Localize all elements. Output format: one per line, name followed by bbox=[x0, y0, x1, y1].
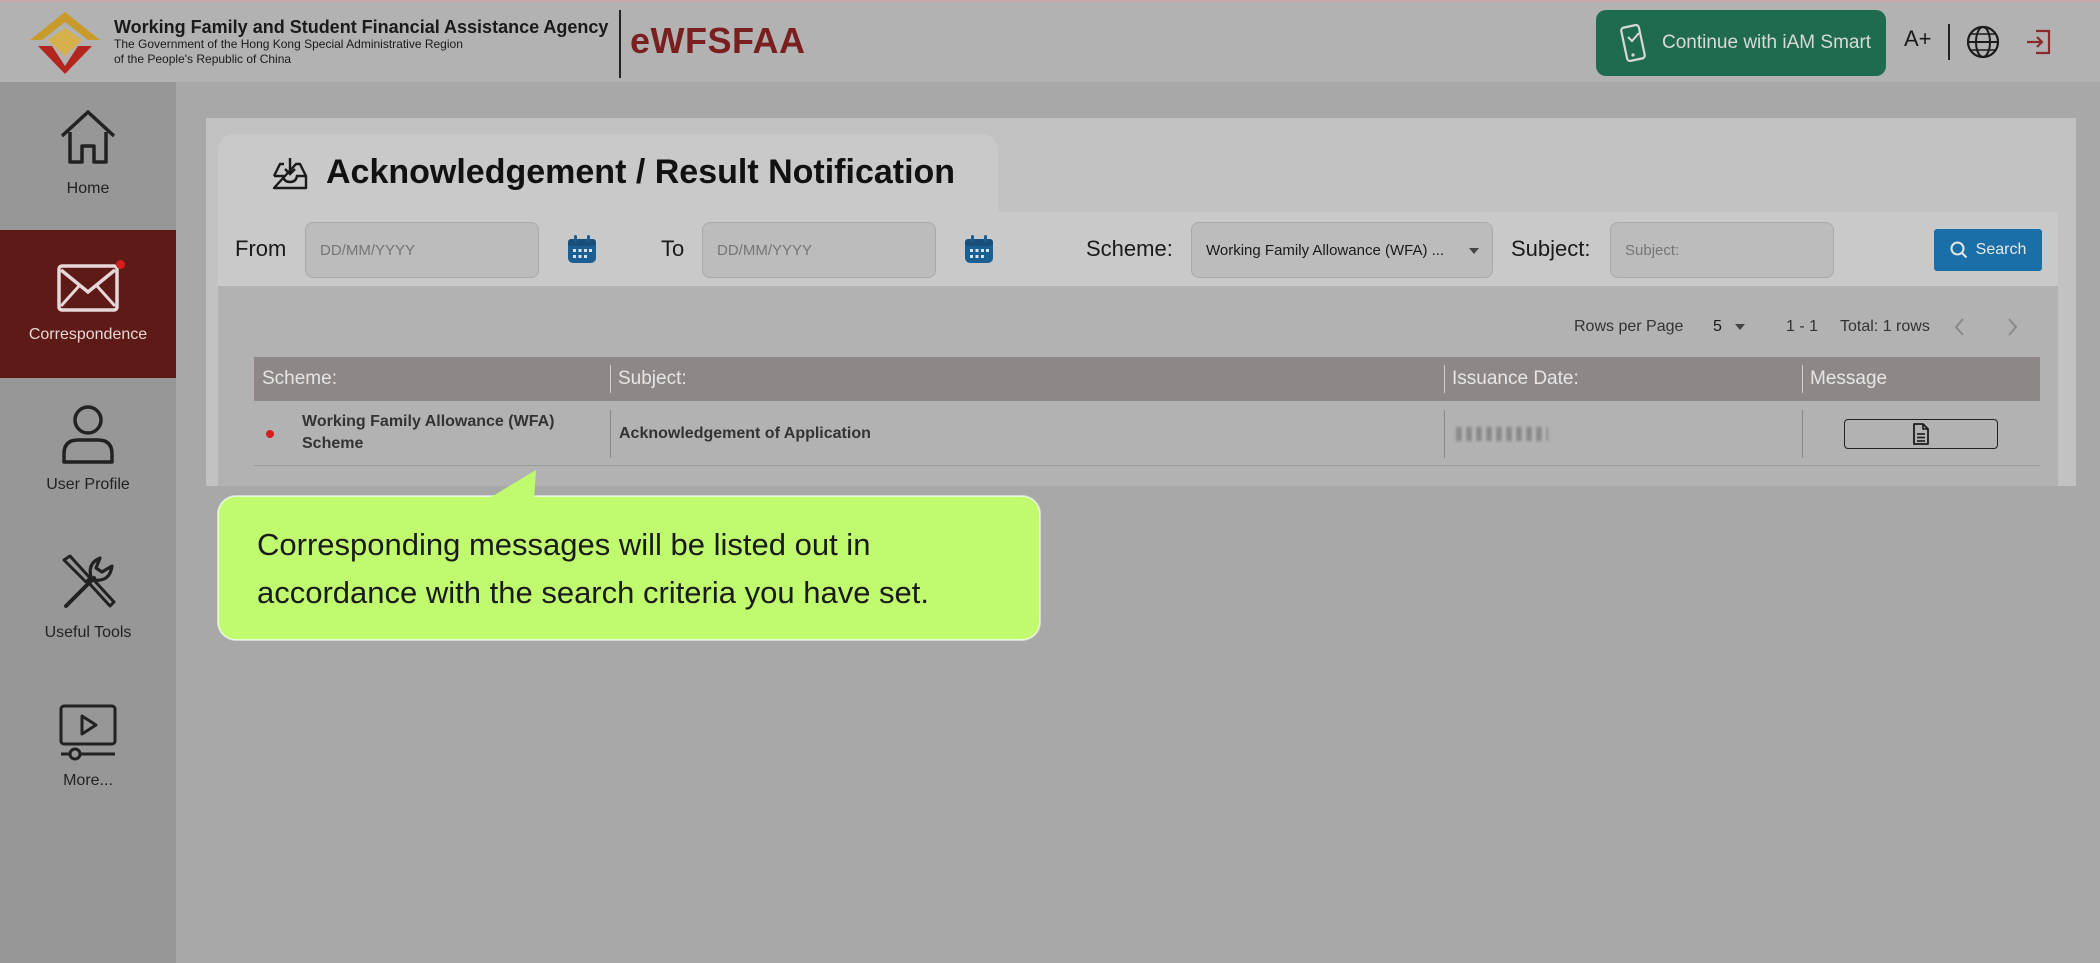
sidebar-item-label: Useful Tools bbox=[44, 624, 132, 641]
column-header-scheme: Scheme: bbox=[262, 368, 337, 389]
scheme-label: Scheme: bbox=[1086, 236, 1173, 261]
page-title-tab: Acknowledgement / Result Notification bbox=[218, 134, 998, 216]
table-header: Scheme: Subject: Issuance Date: Message bbox=[254, 357, 2040, 401]
tooltip-callout: Corresponding messages will be listed ou… bbox=[218, 496, 1040, 640]
sidebar: Home Correspondence User Profile Useful … bbox=[0, 82, 176, 963]
agency-name: Working Family and Student Financial Ass… bbox=[114, 17, 609, 37]
chevron-right-icon[interactable] bbox=[2004, 316, 2020, 338]
sidebar-item-label: More... bbox=[63, 772, 113, 789]
logout-icon[interactable] bbox=[2024, 27, 2054, 57]
to-date-input[interactable] bbox=[702, 222, 936, 278]
agency-title-block: Working Family and Student Financial Ass… bbox=[114, 17, 608, 67]
calendar-icon[interactable] bbox=[566, 233, 598, 265]
row-scheme-line2: Scheme bbox=[302, 435, 364, 452]
globe-icon[interactable] bbox=[1966, 25, 2000, 59]
column-header-subject: Subject: bbox=[618, 368, 687, 389]
agency-sub-line2: of the People's Republic of China bbox=[114, 52, 292, 66]
brand-title: eWFSFAA bbox=[630, 20, 806, 61]
sidebar-item-label: Correspondence bbox=[28, 326, 148, 343]
row-scheme: Working Family Allowance (WFA) Scheme bbox=[302, 411, 554, 455]
chevron-left-icon[interactable] bbox=[1952, 316, 1968, 338]
chevron-down-icon bbox=[1735, 323, 1746, 330]
column-separator bbox=[1802, 410, 1803, 458]
search-button[interactable]: Search bbox=[1934, 229, 2042, 271]
sidebar-item-more[interactable]: More... bbox=[0, 674, 176, 822]
from-label: From bbox=[235, 236, 287, 261]
header-divider bbox=[619, 10, 621, 78]
page-title: Acknowledgement / Result Notification bbox=[326, 153, 956, 191]
callout-line2: accordance with the search criteria you … bbox=[257, 575, 930, 610]
phone-icon bbox=[1620, 23, 1646, 63]
font-size-button[interactable]: A+ bbox=[1904, 26, 1932, 52]
row-issuance-date-redacted bbox=[1456, 427, 1548, 441]
document-icon bbox=[1913, 423, 1929, 445]
subject-input[interactable] bbox=[1610, 222, 1834, 278]
search-button-label: Search bbox=[1975, 241, 2027, 258]
agency-logo[interactable] bbox=[28, 10, 102, 76]
callout-text: Corresponding messages will be listed ou… bbox=[257, 521, 1027, 617]
from-date-input[interactable] bbox=[305, 222, 539, 278]
search-icon bbox=[1950, 241, 1967, 259]
chevron-down-icon bbox=[1469, 248, 1479, 254]
sidebar-item-useful-tools[interactable]: Useful Tools bbox=[0, 526, 176, 674]
column-header-message: Message bbox=[1810, 368, 1888, 389]
row-subject: Acknowledgement of Application bbox=[619, 425, 871, 442]
inbox-icon bbox=[272, 158, 308, 190]
tools-icon bbox=[62, 554, 116, 608]
row-scheme-line1: Working Family Allowance (WFA) bbox=[302, 413, 555, 430]
rows-per-page-select[interactable]: 5 bbox=[1713, 318, 1746, 336]
user-icon bbox=[62, 405, 114, 464]
header-separator bbox=[1948, 24, 1950, 60]
sidebar-item-label: User Profile bbox=[46, 476, 130, 493]
home-icon bbox=[60, 110, 116, 164]
pagination-total: Total: 1 rows bbox=[1840, 318, 1930, 335]
pagination-range: 1 - 1 bbox=[1786, 318, 1819, 335]
calendar-icon[interactable] bbox=[963, 233, 995, 265]
rows-per-page-label: Rows per Page bbox=[1574, 318, 1684, 335]
to-label: To bbox=[661, 236, 685, 261]
callout-line1: Corresponding messages will be listed ou… bbox=[257, 527, 871, 562]
table-row[interactable]: Working Family Allowance (WFA) Scheme Ac… bbox=[254, 402, 2040, 466]
column-separator bbox=[1444, 410, 1445, 458]
rows-per-page-value: 5 bbox=[1713, 318, 1722, 335]
scheme-selected-value: Working Family Allowance (WFA) ... bbox=[1206, 241, 1445, 259]
subject-label: Subject: bbox=[1511, 236, 1591, 261]
sidebar-item-label: Home bbox=[66, 180, 110, 197]
sidebar-item-user-profile[interactable]: User Profile bbox=[0, 378, 176, 526]
sidebar-item-home[interactable]: Home bbox=[0, 82, 176, 230]
sidebar-item-correspondence[interactable]: Correspondence bbox=[0, 230, 176, 378]
unread-badge-dot bbox=[116, 260, 125, 269]
iam-smart-button[interactable]: Continue with iAM Smart bbox=[1596, 10, 1886, 76]
unread-indicator-dot bbox=[266, 430, 274, 438]
top-header: Working Family and Student Financial Ass… bbox=[0, 0, 2100, 82]
view-message-button[interactable] bbox=[1844, 419, 1998, 449]
scheme-select[interactable]: Working Family Allowance (WFA) ... bbox=[1191, 222, 1493, 278]
video-icon bbox=[59, 704, 117, 761]
iam-smart-label: Continue with iAM Smart bbox=[1662, 32, 1872, 53]
envelope-icon bbox=[57, 264, 119, 312]
agency-sub-line1: The Government of the Hong Kong Special … bbox=[114, 37, 463, 51]
column-separator bbox=[610, 410, 611, 458]
column-header-issuance-date: Issuance Date: bbox=[1452, 368, 1579, 389]
callout-tail bbox=[486, 470, 536, 500]
